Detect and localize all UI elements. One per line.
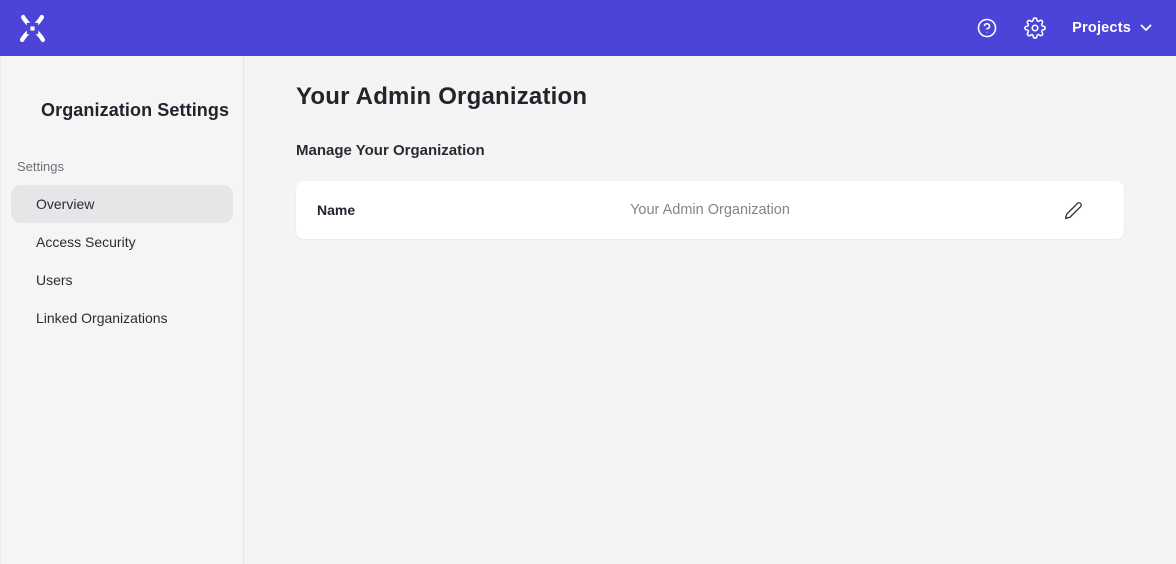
sidebar-item-label: Linked Organizations [36, 310, 168, 326]
sidebar-item-linked-organizations[interactable]: Linked Organizations [11, 299, 233, 337]
edit-name-button[interactable] [1062, 199, 1084, 221]
pencil-icon [1064, 201, 1083, 220]
settings-sidebar: Organization Settings Settings Overview … [0, 56, 244, 564]
top-navigation-bar: Projects [0, 0, 1176, 56]
projects-dropdown[interactable]: Projects [1072, 20, 1152, 36]
chevron-down-icon [1140, 24, 1152, 32]
gear-icon [1024, 17, 1046, 39]
sidebar-item-label: Access Security [36, 234, 136, 250]
sidebar-item-users[interactable]: Users [11, 261, 233, 299]
help-button[interactable] [976, 17, 998, 39]
sidebar-item-overview[interactable]: Overview [11, 185, 233, 223]
sidebar-title: Organization Settings [41, 98, 243, 122]
sidebar-item-label: Overview [36, 196, 94, 212]
sidebar-item-label: Users [36, 272, 73, 288]
organization-name-card: Name Your Admin Organization [296, 181, 1124, 239]
page-title: Your Admin Organization [296, 82, 1124, 112]
app-logo[interactable] [18, 14, 47, 43]
projects-dropdown-label: Projects [1072, 20, 1131, 36]
main-content: Your Admin Organization Manage Your Orga… [244, 56, 1176, 564]
name-field-value: Your Admin Organization [296, 202, 1124, 218]
question-circle-icon [976, 17, 998, 39]
sidebar-section-label: Settings [17, 159, 243, 175]
topbar-actions: Projects [976, 17, 1152, 39]
x-logo-icon [18, 14, 47, 43]
name-field-label: Name [317, 202, 355, 218]
sidebar-nav: Overview Access Security Users Linked Or… [1, 185, 243, 337]
settings-button[interactable] [1024, 17, 1046, 39]
sidebar-item-access-security[interactable]: Access Security [11, 223, 233, 261]
section-heading: Manage Your Organization [296, 142, 1124, 160]
